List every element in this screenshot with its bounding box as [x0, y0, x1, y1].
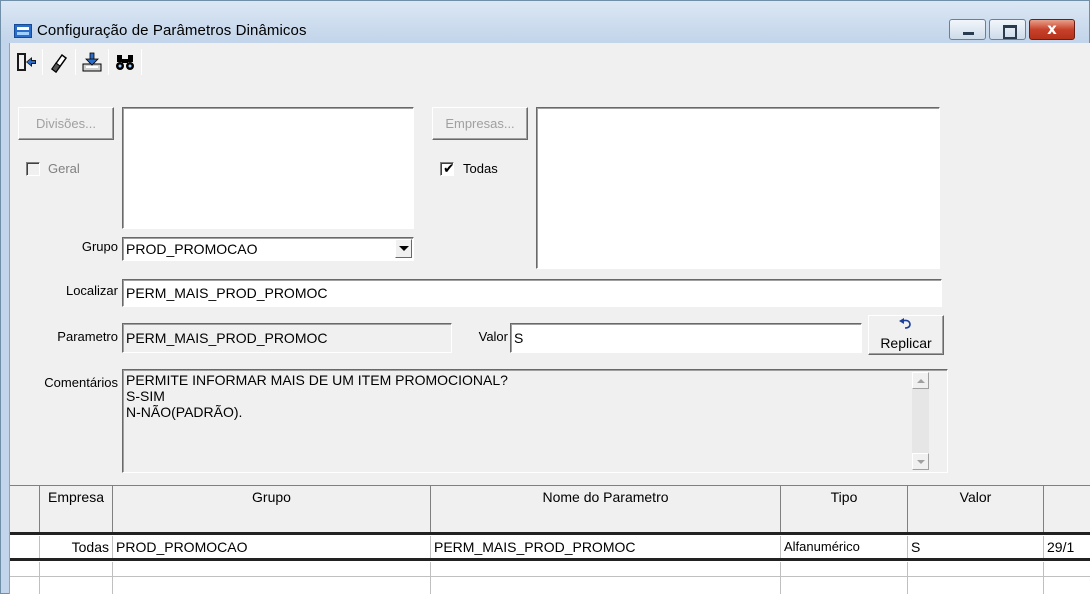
valor-value: S — [514, 330, 524, 346]
replicar-button[interactable]: Replicar — [868, 315, 944, 355]
cell-grupo: PROD_PROMOCAO — [113, 536, 431, 558]
grupo-label: Grupo — [81, 239, 118, 254]
divisoes-button[interactable]: Divisões... — [18, 107, 114, 140]
client-area: Divisões... Geral Empresas... ✔ Todas Gr… — [9, 43, 1090, 594]
header-tipo[interactable]: Tipo — [781, 486, 908, 532]
empty-cell — [40, 562, 113, 576]
comment-line: N-NÃO(PADRÃO). — [126, 404, 243, 420]
minimize-button[interactable] — [949, 19, 986, 40]
close-icon: x — [1047, 20, 1057, 38]
maximize-button[interactable] — [989, 19, 1026, 40]
header-valor[interactable]: Valor — [908, 486, 1044, 532]
valor-input[interactable]: S — [510, 323, 862, 353]
chevron-down-icon[interactable] — [395, 239, 412, 258]
todas-checkbox[interactable]: ✔ — [440, 160, 455, 176]
title-bar: Configuração de Parâmetros Dinâmicos x — [1, 1, 1089, 40]
localizar-label: Localizar — [65, 283, 118, 298]
scroll-up-button[interactable] — [912, 372, 929, 389]
parametro-label: Parametro — [57, 329, 118, 344]
cell-valor: S — [908, 536, 1044, 558]
toolbar — [12, 45, 142, 79]
empty-cell — [113, 562, 431, 576]
scroll-down-button[interactable] — [912, 453, 929, 470]
geral-checkbox[interactable] — [26, 162, 40, 176]
empty-cell — [431, 562, 781, 576]
comentarios-textarea[interactable]: PERMITE INFORMAR MAIS DE UM ITEM PROMOCI… — [122, 369, 948, 473]
comentarios-scrollbar[interactable] — [912, 372, 929, 470]
row-separator — [10, 532, 1090, 535]
grupo-select[interactable]: PROD_PROMOCAO — [122, 237, 414, 261]
cell-empresa: Todas — [40, 536, 113, 558]
empty-cell — [1044, 562, 1090, 576]
todas-label: Todas — [463, 161, 498, 176]
localizar-input[interactable]: PERM_MAIS_PROD_PROMOC — [122, 279, 942, 307]
empty-cell — [908, 577, 1044, 594]
window-title: Configuração de Parâmetros Dinâmicos — [37, 22, 307, 39]
divisoes-list[interactable] — [122, 107, 414, 229]
save-download-icon[interactable] — [78, 48, 106, 76]
cell-data: 29/1 — [1044, 536, 1090, 558]
eraser-icon[interactable] — [45, 48, 73, 76]
comment-line: S-SIM — [126, 388, 165, 404]
empty-cell — [1044, 577, 1090, 594]
empresas-list[interactable] — [536, 107, 940, 269]
comment-line: PERMITE INFORMAR MAIS DE UM ITEM PROMOCI… — [126, 372, 508, 388]
exit-door-icon[interactable] — [12, 48, 40, 76]
row-indicator — [10, 536, 40, 558]
localizar-value: PERM_MAIS_PROD_PROMOC — [126, 285, 328, 301]
empty-cell — [40, 577, 113, 594]
grupo-value: PROD_PROMOCAO — [126, 241, 258, 257]
window: Configuração de Parâmetros Dinâmicos x D… — [0, 0, 1090, 594]
empty-cell — [908, 562, 1044, 576]
header-indicator — [10, 486, 40, 532]
empty-cell — [781, 577, 908, 594]
app-icon — [14, 24, 32, 38]
toolbar-separator — [108, 49, 109, 75]
binoculars-search-icon[interactable] — [111, 48, 139, 76]
empty-cell — [10, 562, 40, 576]
toolbar-separator — [141, 49, 142, 75]
empty-cell — [781, 562, 908, 576]
undo-icon — [899, 318, 911, 329]
cell-nome-parametro: PERM_MAIS_PROD_PROMOC — [431, 536, 781, 558]
empty-cell — [431, 577, 781, 594]
parametro-value: PERM_MAIS_PROD_PROMOC — [126, 330, 328, 346]
valor-label: Valor — [478, 329, 508, 344]
parametro-field: PERM_MAIS_PROD_PROMOC — [122, 323, 452, 353]
row-separator — [10, 558, 1090, 561]
close-button[interactable]: x — [1029, 19, 1075, 40]
header-nome-parametro[interactable]: Nome do Parametro — [431, 486, 781, 532]
comentarios-text: PERMITE INFORMAR MAIS DE UM ITEM PROMOCI… — [126, 372, 508, 420]
header-empresa[interactable]: Empresa — [40, 486, 113, 532]
header-data[interactable] — [1044, 486, 1090, 532]
toolbar-separator — [75, 49, 76, 75]
replicar-label: Replicar — [880, 335, 932, 351]
geral-label: Geral — [48, 161, 80, 176]
comentarios-label: Comentários — [44, 375, 118, 390]
toolbar-separator — [42, 49, 43, 75]
empty-cell — [113, 577, 431, 594]
cell-tipo: Alfanumérico — [781, 536, 908, 558]
empresas-button[interactable]: Empresas... — [432, 107, 528, 140]
empty-cell — [10, 577, 40, 594]
parameters-table: Empresa Grupo Nome do Parametro Tipo Val… — [10, 485, 1090, 594]
header-grupo[interactable]: Grupo — [113, 486, 431, 532]
